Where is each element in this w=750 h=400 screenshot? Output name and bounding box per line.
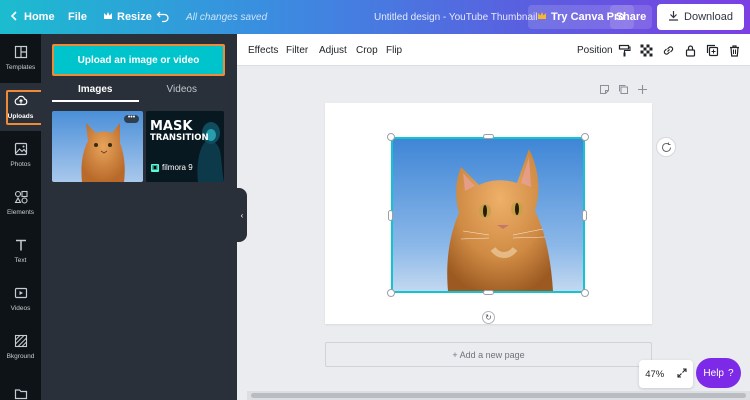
filmora-label: filmora 9 — [162, 163, 193, 172]
uploaded-image-mask-transition[interactable]: MASK TRANSITION ▣ filmora 9 — [146, 111, 224, 182]
adjust-button[interactable]: Adjust — [319, 34, 347, 66]
crown-icon — [537, 11, 547, 23]
help-button[interactable]: Help ? — [696, 358, 741, 388]
flip-button[interactable]: Flip — [386, 34, 402, 66]
resize-handle-left[interactable] — [388, 210, 393, 221]
home-button[interactable]: Home — [10, 0, 55, 34]
rail-label: Templates — [5, 64, 36, 71]
rail-item-videos[interactable]: Videos — [0, 275, 41, 323]
text-icon — [14, 238, 28, 254]
expand-icon[interactable] — [677, 367, 687, 381]
effects-button[interactable]: Effects — [248, 34, 278, 66]
refresh-icon[interactable] — [656, 137, 676, 157]
save-status: All changes saved — [186, 11, 268, 23]
editor-toolbar: Effects Filter Adjust Crop Flip Position — [237, 34, 750, 66]
add-page-icon[interactable] — [637, 84, 648, 98]
collapse-panel-handle[interactable]: ‹ — [237, 188, 247, 242]
add-new-page-button[interactable]: + Add a new page — [325, 342, 652, 367]
zoom-control[interactable]: 47% — [639, 360, 693, 388]
rail-label: Uploads — [7, 113, 34, 120]
lock-icon[interactable] — [682, 42, 698, 58]
share-button[interactable]: Share — [610, 5, 652, 29]
filter-button[interactable]: Filter — [286, 34, 308, 66]
resize-handle-top[interactable] — [483, 134, 494, 139]
rail-label: Bkground — [6, 353, 35, 360]
elements-icon — [14, 190, 28, 206]
rail-item-elements[interactable]: Elements — [0, 179, 41, 227]
selected-cat-photo[interactable] — [391, 137, 585, 293]
top-bar: Home File Resize All changes saved Untit… — [0, 0, 750, 34]
rail-item-folder[interactable] — [0, 371, 41, 400]
thumbnail-title-line2: TRANSITION — [150, 132, 209, 143]
side-rail: Templates Uploads Photos Elements Text V… — [0, 34, 43, 400]
document-title[interactable]: Untitled design - YouTube Thumbnail — [374, 0, 537, 34]
copy-page-icon[interactable] — [618, 84, 629, 98]
folder-icon — [14, 387, 28, 400]
file-menu-button[interactable]: File — [68, 0, 87, 34]
resize-handle-bottom-right[interactable] — [581, 289, 589, 297]
chevron-left-icon: ‹ — [240, 210, 244, 220]
rail-label: Elements — [6, 209, 35, 216]
photos-icon — [14, 142, 28, 158]
link-icon[interactable] — [660, 42, 676, 58]
filmora-logo-icon: ▣ — [151, 163, 159, 172]
page-actions — [599, 84, 648, 98]
duplicate-icon[interactable] — [704, 42, 720, 58]
tab-images[interactable]: Images — [52, 82, 139, 102]
upload-cloud-icon — [14, 94, 28, 110]
rotate-icon[interactable]: ↻ — [482, 311, 495, 324]
help-label: Help — [703, 367, 724, 379]
filmora-brand: ▣ filmora 9 — [151, 163, 193, 172]
resize-handle-bottom[interactable] — [483, 290, 494, 295]
resize-button[interactable]: Resize — [103, 0, 152, 34]
horizontal-scrollbar[interactable] — [247, 391, 750, 400]
more-options-icon[interactable]: ••• — [124, 114, 139, 123]
trash-icon[interactable] — [726, 42, 742, 58]
rail-label: Videos — [10, 305, 31, 312]
templates-icon — [14, 45, 28, 61]
upload-media-button[interactable]: Upload an image or video — [52, 44, 225, 76]
transparency-icon[interactable] — [638, 42, 654, 58]
tab-videos[interactable]: Videos — [139, 82, 226, 102]
download-label: Download — [684, 11, 733, 23]
scrollbar-thumb[interactable] — [251, 393, 746, 398]
background-icon — [14, 334, 28, 350]
rail-label: Photos — [10, 161, 31, 168]
undo-icon[interactable] — [156, 9, 172, 25]
home-label: Home — [24, 11, 55, 23]
rail-item-uploads[interactable]: Uploads — [0, 83, 43, 131]
chevron-left-icon — [10, 10, 18, 24]
uploads-panel: Upload an image or video Images Videos •… — [41, 34, 237, 400]
video-icon — [14, 286, 28, 302]
rail-label: Text — [14, 257, 27, 264]
rail-item-templates[interactable]: Templates — [0, 34, 41, 82]
position-button[interactable]: Position — [577, 34, 613, 66]
crop-button[interactable]: Crop — [356, 34, 378, 66]
download-button[interactable]: Download — [657, 4, 744, 30]
cat-photo-image — [393, 139, 583, 291]
uploads-tabs: Images Videos — [52, 82, 225, 102]
resize-handle-top-right[interactable] — [581, 133, 589, 141]
download-icon — [668, 10, 679, 24]
resize-handle-top-left[interactable] — [387, 133, 395, 141]
uploaded-image-cat[interactable]: ••• — [52, 111, 143, 182]
resize-handle-right[interactable] — [582, 210, 587, 221]
rail-item-background[interactable]: Bkground — [0, 323, 41, 371]
resize-handle-bottom-left[interactable] — [387, 289, 395, 297]
rail-item-photos[interactable]: Photos — [0, 131, 41, 179]
note-icon[interactable] — [599, 84, 610, 98]
paint-roller-icon[interactable] — [616, 42, 632, 58]
resize-label: Resize — [117, 11, 152, 23]
thumbnail-title: MASK TRANSITION — [150, 120, 209, 143]
crown-icon — [103, 11, 113, 23]
thumbnail-title-line1: MASK — [150, 119, 193, 134]
rail-item-text[interactable]: Text — [0, 227, 41, 275]
zoom-level: 47% — [645, 368, 665, 380]
question-icon: ? — [728, 367, 734, 379]
